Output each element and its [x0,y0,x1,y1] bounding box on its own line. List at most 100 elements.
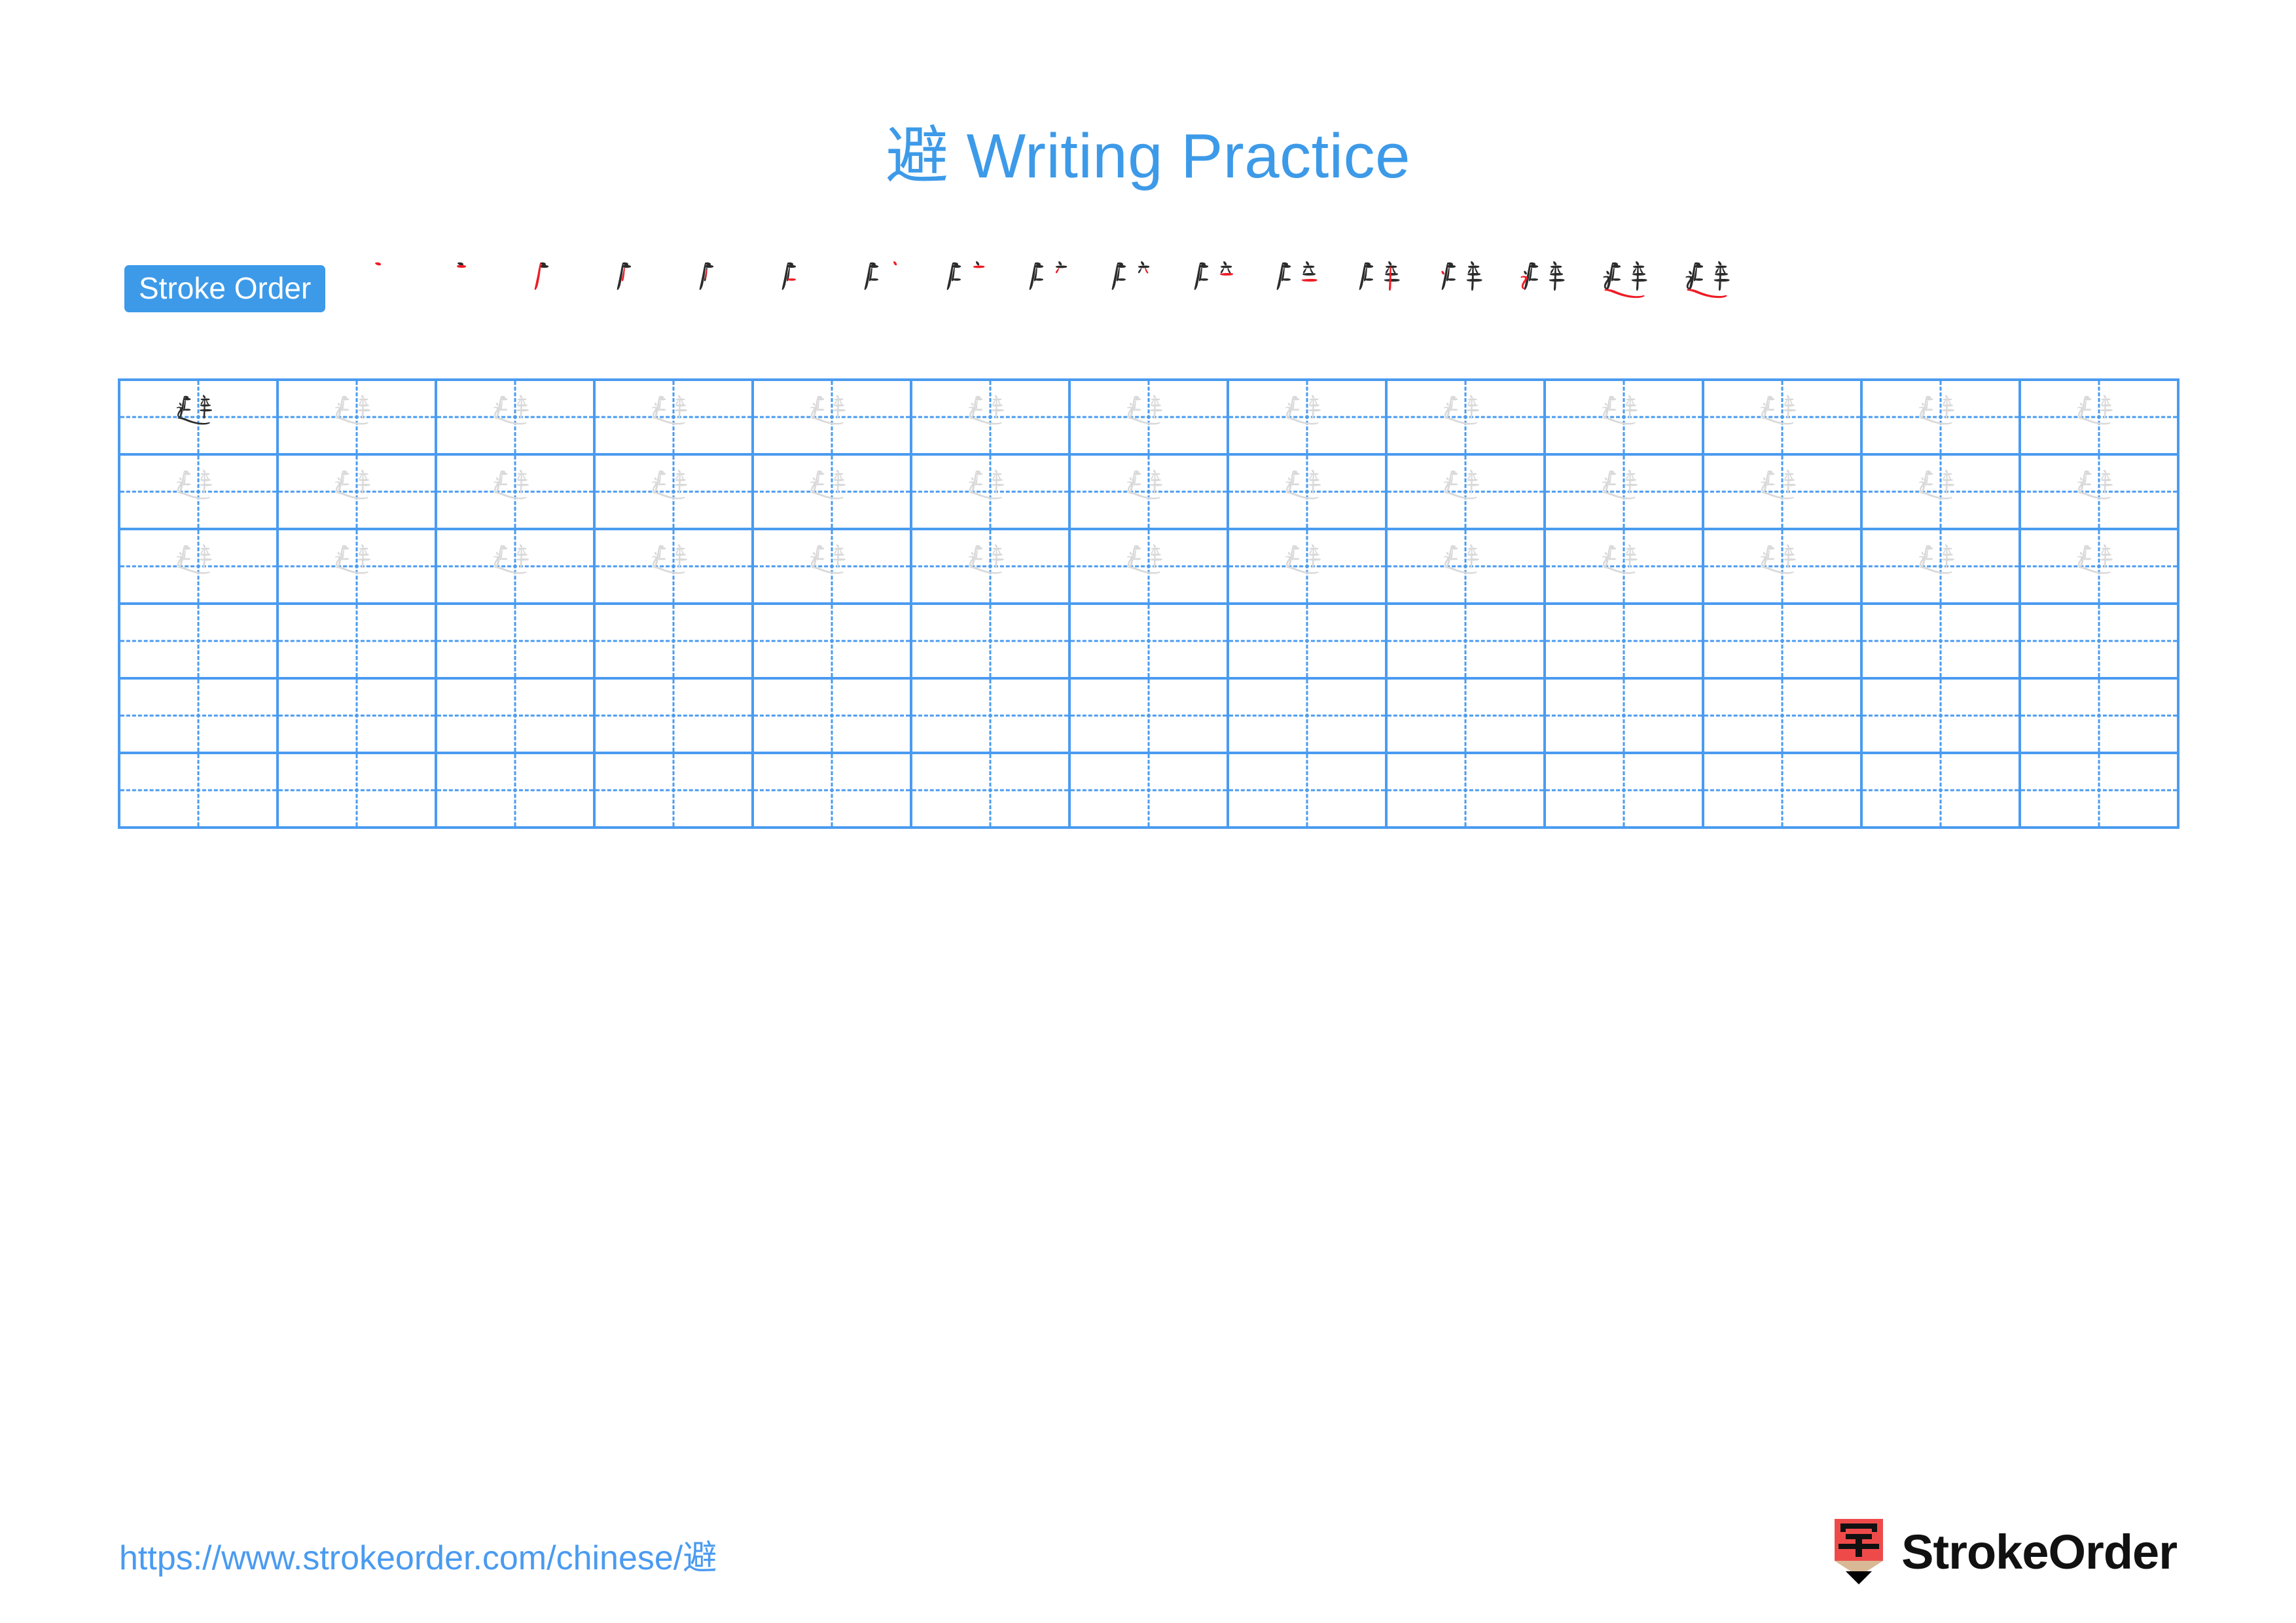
practice-cell-empty[interactable] [279,754,437,829]
practice-cell-empty[interactable] [2021,605,2179,680]
practice-cell-empty[interactable] [1704,680,1863,754]
practice-cell-empty[interactable] [120,605,279,680]
practice-cell-empty[interactable] [1229,680,1388,754]
practice-cell-guide[interactable] [1388,530,1546,605]
practice-cell-empty[interactable] [912,754,1071,829]
practice-cell-empty[interactable] [1229,754,1388,829]
stroke-path [2101,404,2112,407]
practice-cell-empty[interactable] [437,605,596,680]
practice-cell-empty[interactable] [120,754,279,829]
practice-cell-guide[interactable] [1863,456,2021,530]
practice-cell-empty[interactable] [1229,605,1388,680]
stroke-path [870,278,879,281]
practice-cell-empty[interactable] [120,680,279,754]
practice-cell-guide[interactable] [1229,456,1388,530]
practice-cell-empty[interactable] [1704,605,1863,680]
practice-cell-guide[interactable] [912,456,1071,530]
stroke-path [1154,549,1157,568]
stroke-path [1550,272,1564,276]
practice-cell-dark[interactable] [120,381,279,456]
practice-cell-guide[interactable] [1546,530,1704,605]
practice-cell-guide[interactable] [2021,381,2179,456]
practice-cell-guide[interactable] [1863,530,2021,605]
practice-cell-guide[interactable] [1388,381,1546,456]
practice-cell-empty[interactable] [1388,680,1546,754]
practice-cell-empty[interactable] [437,680,596,754]
practice-cell-empty[interactable] [596,605,754,680]
practice-cell-guide[interactable] [1704,381,1863,456]
cell-vertical-guide [1939,605,1942,677]
practice-cell-guide[interactable] [2021,530,2179,605]
practice-cell-empty[interactable] [754,754,912,829]
practice-cell-guide[interactable] [2021,456,2179,530]
practice-cell-empty[interactable] [2021,680,2179,754]
practice-cell-empty[interactable] [279,680,437,754]
practice-cell-empty[interactable] [1071,754,1229,829]
practice-cell-empty[interactable] [2021,754,2179,829]
trace-guide-character [912,530,1068,602]
practice-cell-empty[interactable] [1546,680,1704,754]
practice-cell-guide[interactable] [754,530,912,605]
practice-cell-empty[interactable] [279,605,437,680]
practice-cell-guide[interactable] [1388,456,1546,530]
practice-cell-empty[interactable] [596,754,754,829]
practice-cell-guide[interactable] [596,381,754,456]
stroke-path [834,398,844,401]
practice-cell-guide[interactable] [1229,530,1388,605]
practice-cell-guide[interactable] [596,530,754,605]
practice-cell-empty[interactable] [1704,754,1863,829]
practice-cell-empty[interactable] [1071,680,1229,754]
practice-cell-empty[interactable] [1546,754,1704,829]
practice-cell-guide[interactable] [1863,381,2021,456]
practice-cell-empty[interactable] [754,680,912,754]
practice-cell-guide[interactable] [1071,456,1229,530]
stroke-path [361,469,365,473]
stroke-path [993,400,996,405]
practice-cell-empty[interactable] [1388,605,1546,680]
practice-cell-guide[interactable] [1546,381,1704,456]
practice-cell-empty[interactable] [912,605,1071,680]
practice-cell-empty[interactable] [1071,605,1229,680]
practice-cell-guide[interactable] [279,381,437,456]
footer-url[interactable]: https://www.strokeorder.com/chinese/避 [119,1530,717,1579]
stroke-path [998,549,1001,555]
practice-cell-guide[interactable] [754,381,912,456]
practice-cell-guide[interactable] [120,456,279,530]
cell-vertical-guide [514,605,516,677]
practice-cell-guide[interactable] [279,530,437,605]
stroke-path [2107,400,2110,405]
stroke-path [1524,270,1528,275]
practice-cell-guide[interactable] [120,530,279,605]
stroke-path [1441,270,1445,275]
stroke-path [1151,479,1162,481]
practice-cell-guide[interactable] [437,530,596,605]
practice-cell-empty[interactable] [1863,680,2021,754]
stroke-path [496,551,499,555]
practice-cell-empty[interactable] [912,680,1071,754]
practice-cell-guide[interactable] [279,456,437,530]
practice-cell-guide[interactable] [437,381,596,456]
practice-cell-empty[interactable] [1388,754,1546,829]
practice-cell-guide[interactable] [437,456,596,530]
practice-cell-guide[interactable] [754,456,912,530]
practice-cell-empty[interactable] [1863,605,2021,680]
practice-cell-empty[interactable] [1546,605,1704,680]
stroke-path [1787,395,1790,399]
practice-cell-guide[interactable] [1071,530,1229,605]
practice-cell-guide[interactable] [1229,381,1388,456]
practice-cell-empty[interactable] [1863,754,2021,829]
practice-cell-empty[interactable] [596,680,754,754]
stroke-order-step-15 [1506,252,1588,325]
practice-cell-empty[interactable] [754,605,912,680]
practice-cell-guide[interactable] [912,381,1071,456]
practice-cell-guide[interactable] [1704,530,1863,605]
practice-cell-guide[interactable] [596,456,754,530]
practice-cell-guide[interactable] [912,530,1071,605]
practice-cell-guide[interactable] [1071,381,1229,456]
practice-cell-guide[interactable] [1704,456,1863,530]
practice-cell-guide[interactable] [1546,456,1704,530]
practice-cell-empty[interactable] [437,754,596,829]
stroke-path [1551,265,1562,268]
stroke-path [675,479,687,481]
stroke-path [1309,571,1319,574]
